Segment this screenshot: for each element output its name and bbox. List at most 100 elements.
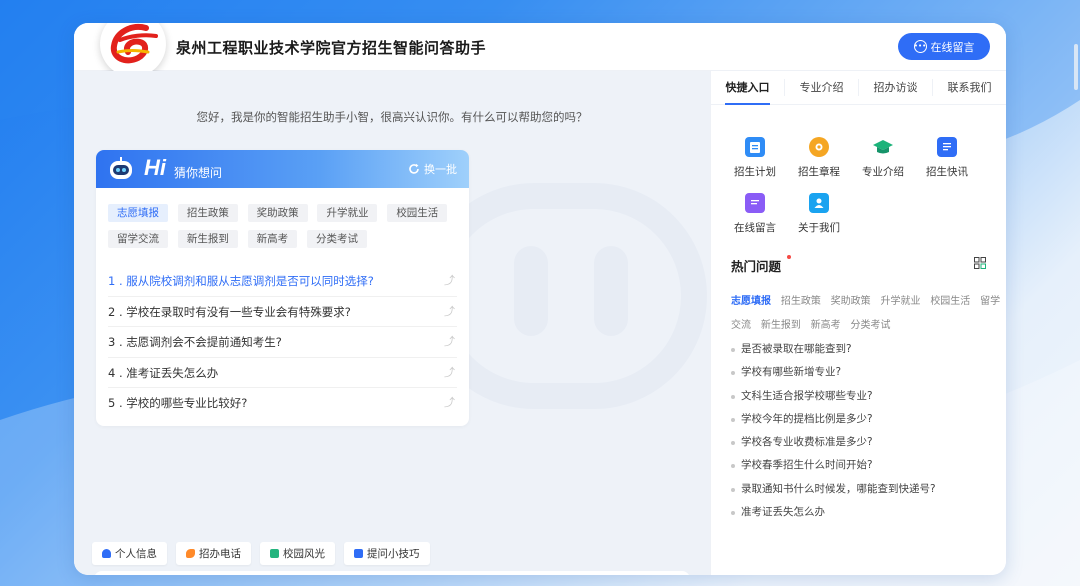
category-tags: 志愿填报 招生政策 奖助政策 升学就业 校园生活 留学交流 新生报到 新高考 分… — [108, 204, 458, 256]
page-title: 泉州工程职业技术学院官方招生智能问答助手 — [176, 39, 487, 57]
quick-action-label: 提问小技巧 — [367, 548, 420, 560]
hot-question[interactable]: 学校春季招生什么时间开始? — [731, 454, 1001, 477]
refresh-icon — [409, 163, 419, 174]
chat-panel: 您好，我是你的智能招生助手小智，很高兴认识你。有什么可以帮助您的吗？ Hi 猜你… — [74, 71, 710, 575]
category-tag[interactable]: 奖助政策 — [247, 204, 308, 222]
entry-label: 招生计划 — [734, 166, 776, 178]
tab-interview[interactable]: 招办访谈 — [859, 71, 932, 104]
hot-question[interactable]: 录取通知书什么时候发，哪能查到快递号? — [731, 478, 1001, 501]
entry-admission-rules[interactable]: 招生章程 — [787, 137, 851, 193]
college-logo — [100, 23, 166, 77]
hot-category-tag[interactable]: 升学就业 — [880, 296, 920, 307]
entry-online-message[interactable]: 在线留言 — [723, 193, 787, 249]
category-tag[interactable]: 留学交流 — [108, 230, 168, 248]
quick-action-label: 校园风光 — [283, 548, 325, 560]
category-tag[interactable]: 新高考 — [247, 230, 298, 248]
badge-icon — [809, 137, 829, 157]
entry-admission-plan[interactable]: 招生计划 — [723, 137, 787, 193]
personal-info-button[interactable]: 个人信息 — [92, 542, 167, 565]
suggested-question[interactable]: 4 . 准考证丢失怎么办 ⤴ — [108, 358, 457, 388]
hot-question[interactable]: 学校有哪些新增专业? — [731, 361, 1001, 384]
graduation-cap-icon — [873, 137, 893, 157]
message-icon — [745, 193, 765, 213]
app-window: 泉州工程职业技术学院官方招生智能问答助手 ••• 在线留言 您好，我是你的智能招… — [74, 23, 1006, 575]
entry-admission-news[interactable]: 招生快讯 — [915, 137, 979, 193]
category-tag[interactable]: 招生政策 — [177, 204, 238, 222]
question-text: 4 . 准考证丢失怎么办 — [108, 365, 219, 380]
entry-label: 关于我们 — [798, 222, 840, 234]
tab-quick-entry[interactable]: 快捷入口 — [711, 71, 784, 105]
hot-dot-indicator — [787, 255, 791, 259]
suggested-question[interactable]: 5 . 学校的哪些专业比较好? ⤴ — [108, 388, 457, 419]
quick-action-label: 个人信息 — [115, 548, 157, 560]
hot-category-tag[interactable]: 分类考试 — [850, 320, 890, 331]
entry-about-us[interactable]: 关于我们 — [787, 193, 851, 249]
online-message-label: 在线留言 — [930, 40, 975, 54]
suggested-question-list: 1 . 服从院校调剂和服从志愿调剂是否可以同时选择? ⤴ 2 . 学校在录取时有没… — [108, 266, 457, 419]
hot-question[interactable]: 准考证丢失怎么办 — [731, 501, 1001, 524]
campus-scenery-button[interactable]: 校园风光 — [260, 542, 335, 565]
hot-category-tag[interactable]: 奖助政策 — [831, 296, 871, 307]
online-message-button[interactable]: ••• 在线留言 — [898, 33, 990, 60]
tips-icon — [354, 549, 363, 558]
hot-question[interactable]: 是否被录取在哪能查到? — [731, 338, 1001, 361]
hot-category-tag[interactable]: 新生报到 — [761, 320, 801, 331]
refresh-button[interactable]: 换一批 — [408, 161, 457, 177]
entry-label: 招生快讯 — [926, 166, 968, 178]
refresh-label: 换一批 — [424, 163, 457, 176]
admission-phone-button[interactable]: 招办电话 — [176, 542, 251, 565]
arrow-icon: ⤴ — [444, 335, 455, 348]
category-tag[interactable]: 校园生活 — [387, 204, 448, 222]
category-tag[interactable]: 新生报到 — [177, 230, 238, 248]
question-text: 2 . 学校在录取时有没有一些专业会有特殊要求? — [108, 304, 351, 319]
question-text: 3 . 志愿调剂会不会提前通知考生? — [108, 335, 282, 349]
arrow-icon: ⤴ — [444, 365, 455, 379]
arrow-icon: ⤴ — [444, 304, 455, 318]
guess-title: 猜你想问 — [174, 166, 223, 180]
quick-entry-grid: 招生计划 招生章程 专业介绍 招生快讯 在线留言 关于我们 — [723, 137, 995, 249]
entry-label: 招生章程 — [798, 166, 840, 178]
tab-major-intro[interactable]: 专业介绍 — [785, 71, 858, 104]
suggestion-card-header: Hi 猜你想问 换一批 — [96, 150, 469, 188]
tab-contact[interactable]: 联系我们 — [933, 71, 1006, 104]
sidebar-tabs: 快捷入口 专业介绍 招办访谈 联系我们 — [711, 71, 1006, 105]
suggested-question[interactable]: 3 . 志愿调剂会不会提前通知考生? ⤴ — [108, 327, 457, 358]
suggested-question[interactable]: 2 . 学校在录取时有没有一些专业会有特殊要求? ⤴ — [108, 297, 457, 327]
question-text: 1 . 服从院校调剂和服从志愿调剂是否可以同时选择? — [108, 274, 374, 288]
category-tag[interactable]: 升学就业 — [317, 204, 378, 222]
category-tag[interactable]: 志愿填报 — [108, 204, 168, 222]
chat-bubble-icon: ••• — [913, 40, 927, 53]
page-scrollbar[interactable] — [1074, 44, 1078, 90]
logo-icon — [110, 24, 158, 64]
hot-question[interactable]: 学校各专业收费标准是多少? — [731, 431, 1001, 454]
hot-question[interactable]: 学校今年的提档比例是多少? — [731, 408, 1001, 431]
suggested-question[interactable]: 1 . 服从院校调剂和服从志愿调剂是否可以同时选择? ⤴ — [108, 266, 457, 297]
arrow-icon: ⤴ — [444, 274, 455, 287]
hot-category-tag[interactable]: 招生政策 — [781, 296, 821, 307]
header: 泉州工程职业技术学院官方招生智能问答助手 ••• 在线留言 — [74, 23, 1006, 77]
person-icon — [809, 193, 829, 213]
hot-category-tag[interactable]: 志愿填报 — [731, 296, 771, 307]
robot-icon — [110, 157, 132, 179]
news-icon — [937, 137, 957, 157]
quick-action-bar: 个人信息 招办电话 校园风光 提问小技巧 — [92, 542, 430, 565]
question-tips-button[interactable]: 提问小技巧 — [344, 542, 430, 565]
grid-icon[interactable] — [974, 257, 986, 269]
hot-question-list: 是否被录取在哪能查到? 学校有哪些新增专业? 文科生适合报学校哪些专业? 学校今… — [731, 338, 1001, 524]
message-input-box: 发送 — [94, 571, 690, 575]
clipboard-icon — [745, 137, 765, 157]
hot-questions-title: 热门问题 — [731, 259, 782, 274]
sidebar: 快捷入口 专业介绍 招办访谈 联系我们 招生计划 招生章程 专业介绍 招生快讯 … — [710, 71, 1006, 575]
hot-category-tags: 志愿填报 招生政策 奖助政策 升学就业 校园生活 留学交流 新生报到 新高考 分… — [731, 289, 1001, 337]
hot-category-tag[interactable]: 新高考 — [811, 320, 841, 331]
image-icon — [270, 549, 279, 558]
category-tag[interactable]: 分类考试 — [306, 230, 367, 248]
greeting-message: 您好，我是你的智能招生助手小智，很高兴认识你。有什么可以帮助您的吗？ — [196, 110, 588, 124]
phone-icon — [186, 549, 195, 558]
entry-label: 在线留言 — [734, 222, 776, 234]
hi-label: Hi — [144, 155, 166, 180]
suggestion-card: Hi 猜你想问 换一批 志愿填报 招生政策 奖助政策 升学就业 校园生活 留学交… — [96, 150, 469, 426]
hot-category-tag[interactable]: 校园生活 — [930, 296, 970, 307]
entry-major-intro[interactable]: 专业介绍 — [851, 137, 915, 193]
hot-question[interactable]: 文科生适合报学校哪些专业? — [731, 385, 1001, 408]
